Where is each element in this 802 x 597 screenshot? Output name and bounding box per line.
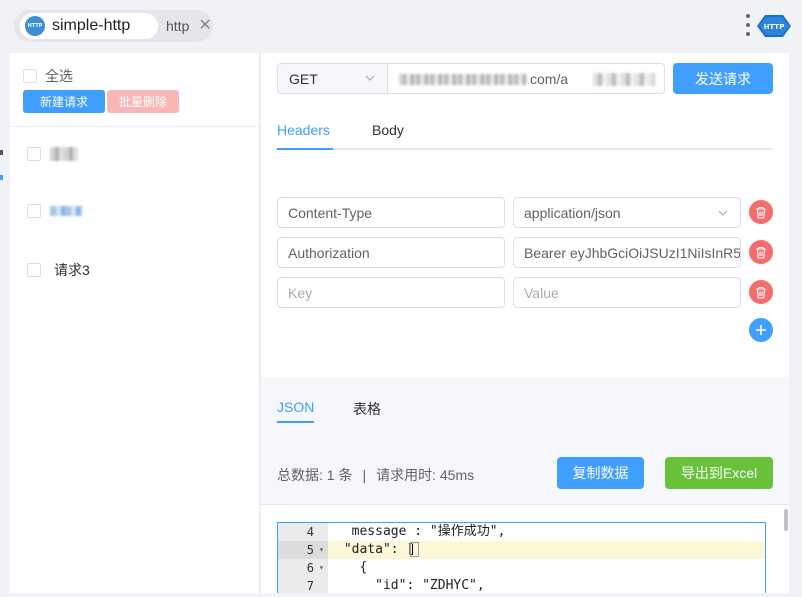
tab-simple-http-label: simple-http — [52, 17, 131, 34]
request-item-3[interactable]: 请求3 — [27, 260, 90, 280]
add-header-button[interactable] — [749, 318, 773, 342]
code-line-active: 5 ▾ "data": [ — [278, 541, 765, 559]
header-row: Content-Type application/json — [277, 197, 773, 228]
url-visible-text: com/a — [530, 71, 569, 87]
request-editor-panel: GET com/a 发送请求 Headers Body Content-Type… — [261, 53, 789, 593]
active-tab-indicator — [277, 148, 333, 150]
header-value-input[interactable]: Bearer eyJhbGciOiJSUzI1NiIsInR5cCI6IkpXV… — [513, 237, 741, 268]
code-line: 6 ▾ { — [278, 559, 765, 577]
line-number: 4 — [306, 525, 314, 539]
request-item-checkbox[interactable] — [27, 147, 41, 161]
delete-header-button[interactable] — [749, 280, 773, 304]
active-tab-indicator — [277, 421, 314, 423]
title-bar: HTTP simple-http http ✕ HTTP — [0, 0, 802, 52]
tab-group: HTTP simple-http http ✕ — [14, 10, 213, 42]
delete-header-button[interactable] — [749, 240, 773, 264]
redacted-url — [399, 74, 527, 85]
redacted-request-name — [50, 206, 82, 216]
header-row: Authorization Bearer eyJhbGciOiJSUzI1NiI… — [277, 237, 773, 268]
select-all-label: 全选 — [45, 68, 73, 84]
response-stats: 总数据: 1 条 | 请求用时: 45ms — [277, 465, 474, 485]
total-count: 总数据: 1 条 — [277, 467, 353, 483]
code-text: { — [336, 560, 368, 575]
app-logo-icon: HTTP — [25, 16, 45, 36]
header-row: Key Value — [277, 277, 773, 308]
url-input[interactable]: com/a — [387, 63, 665, 94]
redacted-request-name — [50, 147, 78, 161]
method-select[interactable]: GET — [277, 63, 388, 94]
trash-icon — [756, 286, 766, 299]
select-all[interactable]: 全选 — [23, 66, 73, 86]
http-badge-text: HTTP — [764, 23, 785, 31]
tab-table[interactable]: 表格 — [353, 399, 381, 419]
code-text: "data": [ — [336, 542, 415, 557]
text-cursor — [410, 542, 419, 557]
plus-icon — [756, 325, 766, 335]
code-line: 7 "id": "ZDHYC", — [278, 577, 765, 593]
tab-json[interactable]: JSON — [277, 399, 314, 415]
request-list-panel: 全选 新建请求 批量删除 请求3 — [10, 53, 260, 593]
trash-icon — [756, 246, 766, 259]
tab-simple-http[interactable]: HTTP simple-http — [20, 13, 158, 39]
chevron-down-icon — [718, 210, 728, 216]
header-key-input[interactable]: Content-Type — [277, 197, 505, 228]
chevron-down-icon — [365, 75, 375, 81]
request-item-label: 请求3 — [54, 262, 90, 278]
logo-text: HTTP — [27, 23, 43, 29]
tab-http-label: http — [166, 18, 190, 34]
trash-icon — [756, 206, 766, 219]
redacted-url — [593, 73, 655, 86]
json-editor[interactable]: 4 message : "操作成功", 5 ▾ "data": [ 6 ▾ { … — [277, 522, 766, 593]
code-text: message : "操作成功", — [336, 524, 506, 539]
divider — [10, 126, 259, 127]
request-time: 请求用时: 45ms — [376, 467, 475, 483]
new-request-button[interactable]: 新建请求 — [23, 90, 105, 113]
edge-marks — [0, 150, 3, 190]
send-request-button[interactable]: 发送请求 — [673, 63, 773, 94]
stats-separator: | — [362, 467, 367, 483]
http-badge-icon: HTTP — [757, 15, 791, 37]
tab-body[interactable]: Body — [372, 122, 404, 138]
header-key-input[interactable]: Key — [277, 277, 505, 308]
request-item-checkbox[interactable] — [27, 263, 41, 277]
close-icon[interactable]: ✕ — [198, 18, 211, 34]
request-item-1[interactable] — [27, 147, 78, 161]
fold-icon[interactable]: ▾ — [319, 541, 324, 559]
header-value-select[interactable]: application/json — [513, 197, 741, 228]
more-vertical-icon[interactable] — [744, 14, 752, 36]
copy-data-button[interactable]: 复制数据 — [557, 457, 644, 489]
request-item-2[interactable] — [27, 204, 82, 218]
method-value: GET — [289, 70, 318, 87]
fold-icon[interactable]: ▾ — [319, 559, 324, 577]
select-all-checkbox[interactable] — [23, 69, 37, 83]
code-text: "id": "ZDHYC", — [336, 578, 485, 593]
header-value-text: application/json — [524, 204, 621, 221]
header-value-input[interactable]: Value — [513, 277, 741, 308]
tab-http[interactable]: http ✕ — [166, 13, 212, 39]
tab-headers[interactable]: Headers — [277, 122, 330, 138]
response-tabs: JSON 表格 — [277, 386, 773, 423]
request-item-checkbox[interactable] — [27, 204, 41, 218]
request-tabs: Headers Body — [277, 116, 773, 150]
export-excel-button[interactable]: 导出到Excel — [665, 457, 773, 489]
editor-area: 4 message : "操作成功", 5 ▾ "data": [ 6 ▾ { … — [261, 505, 789, 593]
page-scrollbar[interactable] — [784, 509, 788, 531]
delete-header-button[interactable] — [749, 200, 773, 224]
code-line: 4 message : "操作成功", — [278, 523, 765, 541]
header-key-input[interactable]: Authorization — [277, 237, 505, 268]
batch-delete-button[interactable]: 批量删除 — [107, 90, 179, 113]
line-number: 7 — [306, 579, 314, 593]
